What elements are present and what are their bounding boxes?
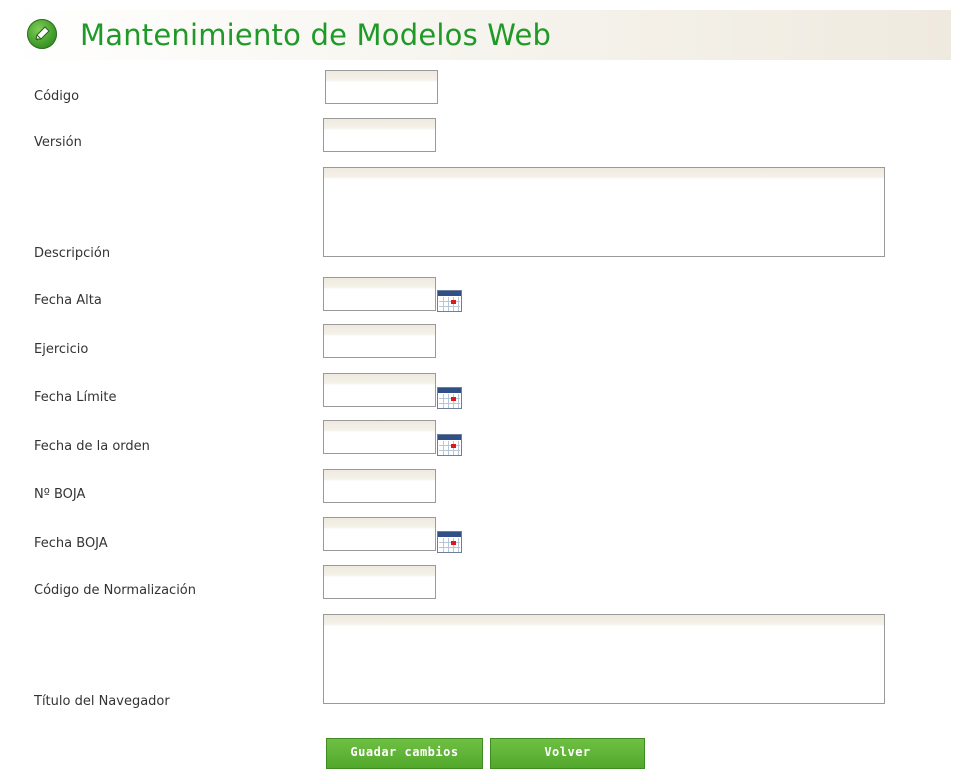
edit-pencil-icon [27,19,57,49]
num-boja-label: Nº BOJA [34,487,86,502]
calendar-icon[interactable] [437,531,462,553]
titulo-navegador-textarea[interactable] [323,614,885,704]
page-header: Mantenimiento de Modelos Web [10,10,951,60]
num-boja-input[interactable] [323,469,436,503]
fecha-boja-input[interactable] [323,517,436,551]
codigo-normalizacion-label: Código de Normalización [34,583,197,598]
ejercicio-label: Ejercicio [34,342,89,357]
save-button[interactable]: Guadar cambios [326,738,483,769]
codigo-input[interactable] [325,70,438,104]
fecha-limite-label: Fecha Límite [34,390,117,405]
back-button[interactable]: Volver [490,738,645,769]
fecha-orden-label: Fecha de la orden [34,439,150,454]
codigo-label: Código [34,89,80,104]
fecha-alta-label: Fecha Alta [34,293,102,308]
calendar-icon[interactable] [437,290,462,312]
titulo-navegador-label: Título del Navegador [34,694,170,709]
version-input[interactable] [323,118,436,152]
calendar-icon[interactable] [437,434,462,456]
fecha-alta-input[interactable] [323,277,436,311]
calendar-icon[interactable] [437,387,462,409]
ejercicio-input[interactable] [323,324,436,358]
descripcion-textarea[interactable] [323,167,885,257]
page-title: Mantenimiento de Modelos Web [80,18,552,52]
fecha-limite-input[interactable] [323,373,436,407]
fecha-boja-label: Fecha BOJA [34,536,108,551]
descripcion-label: Descripción [34,246,111,261]
fecha-orden-input[interactable] [323,420,436,454]
version-label: Versión [34,135,82,150]
codigo-normalizacion-input[interactable] [323,565,436,599]
